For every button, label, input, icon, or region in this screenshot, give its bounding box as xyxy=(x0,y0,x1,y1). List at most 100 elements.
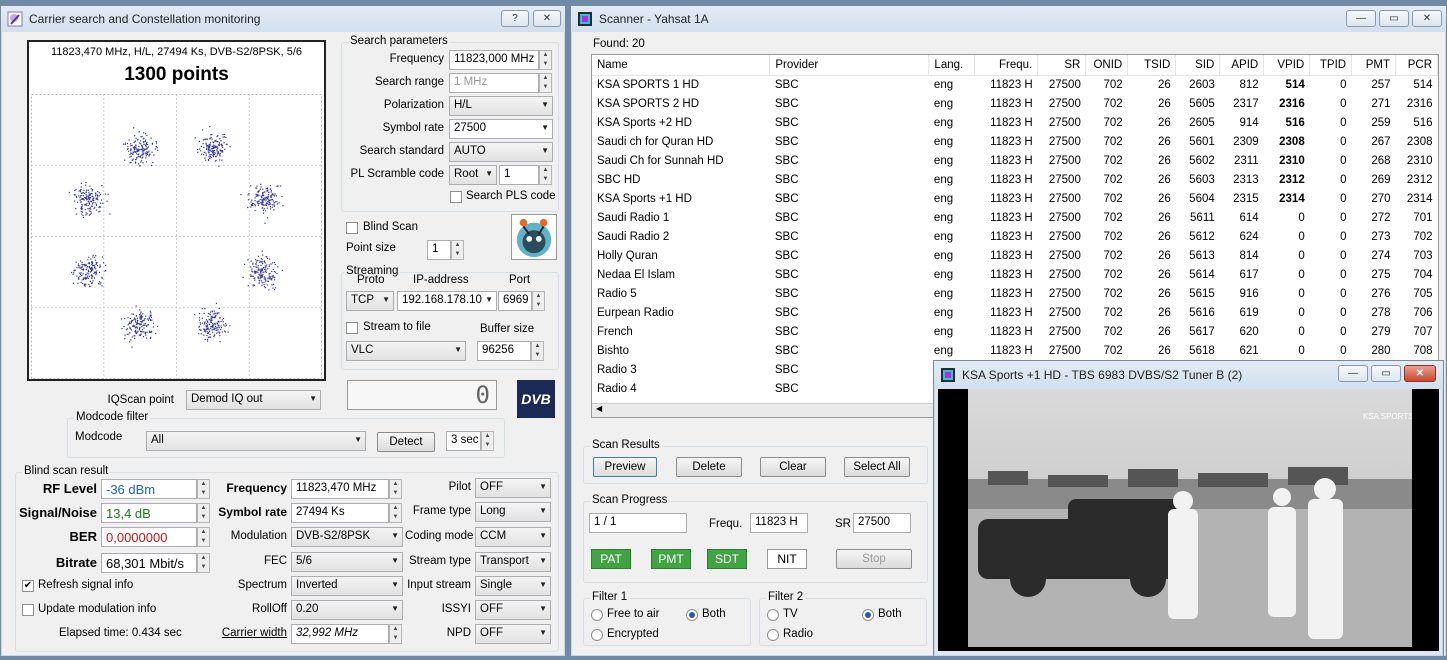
update-modulation-checkbox[interactable] xyxy=(22,604,34,616)
constellation-point xyxy=(88,266,90,268)
detect-time-spin[interactable]: ▲ ▼ xyxy=(481,431,494,451)
column-header-tpid[interactable]: TPID xyxy=(1309,55,1353,76)
table-row[interactable]: SBC HD SBC eng 11823 H 27500 702 26 5603 2313 231… xyxy=(592,170,1438,189)
constellation-point xyxy=(261,197,263,199)
mascot-icon[interactable] xyxy=(511,214,557,260)
port-input[interactable]: 6969 xyxy=(498,291,532,311)
both2-radio[interactable] xyxy=(862,609,874,621)
pl-scramble-mode-select[interactable]: Root xyxy=(449,165,497,185)
table-row[interactable]: Bishto SBC eng 11823 H 27500 702 26 5618 621 0 0 28… xyxy=(592,341,1438,360)
column-header-frequ[interactable]: Frequ. xyxy=(974,55,1039,76)
detect-button[interactable]: Detect xyxy=(377,432,435,452)
table-cell: 702 xyxy=(1103,306,1123,319)
column-header-sid[interactable]: SID xyxy=(1175,55,1221,76)
refresh-signal-checkbox[interactable]: ✔ xyxy=(22,580,34,592)
column-header-apid[interactable]: APID xyxy=(1219,55,1265,76)
polarization-select[interactable]: H/L xyxy=(449,96,553,116)
search-standard-select[interactable]: AUTO xyxy=(449,142,553,162)
input-stream-select[interactable]: Single xyxy=(475,576,551,596)
table-row[interactable]: KSA SPORTS 2 HD SBC eng 11823 H 27500 702 26 56… xyxy=(592,94,1438,113)
radio-radio[interactable] xyxy=(767,629,779,641)
modcode-select[interactable]: All xyxy=(146,431,366,451)
select-all-button[interactable]: Select All xyxy=(844,457,910,477)
detect-time-input[interactable]: 3 sec xyxy=(446,431,481,451)
constellation-point xyxy=(260,269,262,271)
constellation-point xyxy=(92,265,94,267)
port-spin[interactable]: ▲ ▼ xyxy=(532,291,545,311)
table-row[interactable]: Radio 5 SBC eng 11823 H 27500 702 26 5615 916 0 0 2… xyxy=(592,284,1438,303)
fec-select[interactable]: 5/6 xyxy=(291,552,403,572)
table-row[interactable]: Eurpean Radio SBC eng 11823 H 27500 702 26 5616… xyxy=(592,303,1438,322)
res-symbol-spin[interactable]: ▲ ▼ xyxy=(389,503,402,523)
free-to-air-radio[interactable] xyxy=(591,609,603,621)
column-header-tsid[interactable]: TSID xyxy=(1127,55,1177,76)
point-size-spin[interactable]: ▲ ▼ xyxy=(451,240,464,260)
preview-button[interactable]: Preview xyxy=(593,457,657,477)
table-row[interactable]: Holly Quran SBC eng 11823 H 27500 702 26 5613 81… xyxy=(592,246,1438,265)
rolloff-select[interactable]: 0.20 xyxy=(291,600,403,620)
symbol-rate-select[interactable]: 27500 xyxy=(449,119,553,139)
res-frequency-spin[interactable]: ▲ ▼ xyxy=(389,479,402,499)
scanner-minimize-button[interactable]: — xyxy=(1346,10,1376,27)
buffer-size-spin[interactable]: ▲ ▼ xyxy=(531,341,544,361)
column-header-lang[interactable]: Lang. xyxy=(928,55,976,76)
search-pls-checkbox[interactable] xyxy=(450,191,462,203)
coding-mode-select[interactable]: CCM xyxy=(475,527,551,547)
both1-radio[interactable] xyxy=(686,609,698,621)
column-header-onid[interactable]: ONID xyxy=(1085,55,1129,76)
point-size-input[interactable]: 1 xyxy=(427,240,451,260)
frequency-spin[interactable]: ▲ ▼ xyxy=(539,50,552,70)
help-button[interactable]: ? xyxy=(501,10,529,27)
scanner-maximize-button[interactable]: ▭ xyxy=(1379,10,1409,27)
encrypted-radio[interactable] xyxy=(591,629,603,641)
table-row[interactable]: KSA Sports +1 HD SBC eng 11823 H 27500 702 26 5… xyxy=(592,189,1438,208)
table-row[interactable]: KSA Sports +2 HD SBC eng 11823 H 27500 702 26 2… xyxy=(592,113,1438,132)
proto-select[interactable]: TCP xyxy=(346,291,394,311)
table-row[interactable]: Nedaa El Islam SBC eng 11823 H 27500 702 26 561… xyxy=(592,265,1438,284)
carrier-width-spin[interactable]: ▲ ▼ xyxy=(389,624,402,644)
constellation-point xyxy=(80,260,82,262)
constellation-point xyxy=(264,277,266,279)
ip-select[interactable]: 192.168.178.10 xyxy=(397,291,497,311)
buffer-size-input[interactable]: 96256 xyxy=(477,341,531,361)
npd-select[interactable]: OFF xyxy=(475,624,551,644)
table-row[interactable]: Saudi ch for Quran HD SBC eng 11823 H 27500 7… xyxy=(592,132,1438,151)
frequency-input[interactable]: 11823,000 MHz xyxy=(449,50,539,70)
spectrum-select[interactable]: Inverted xyxy=(291,576,403,596)
table-row[interactable]: Saudi Radio 1 SBC eng 11823 H 27500 702 26 5611… xyxy=(592,208,1438,227)
table-row[interactable]: Saudi Ch for Sunnah HD SBC eng 11823 H 27500… xyxy=(592,151,1438,170)
constellation-point xyxy=(137,155,140,158)
table-row[interactable]: Saudi Radio 2 SBC eng 11823 H 27500 702 26 5612… xyxy=(592,227,1438,246)
tuner-maximize-button[interactable]: ▭ xyxy=(1371,365,1401,382)
search-range-spin[interactable]: ▲ ▼ xyxy=(539,73,552,93)
blind-scan-checkbox[interactable] xyxy=(346,222,358,234)
pl-scramble-spin[interactable]: ▲ ▼ xyxy=(539,165,552,185)
column-header-sr[interactable]: SR xyxy=(1037,55,1087,76)
constellation-point xyxy=(216,313,218,315)
table-row[interactable]: KSA SPORTS 1 HD SBC eng 11823 H 27500 702 26 26… xyxy=(592,75,1438,94)
issyi-select[interactable]: OFF xyxy=(475,600,551,620)
column-header-provider[interactable]: Provider xyxy=(769,55,930,76)
column-header-pcr[interactable]: PCR xyxy=(1395,55,1438,76)
tv-radio[interactable] xyxy=(767,609,779,621)
stream-type-select[interactable]: Transport xyxy=(475,552,551,572)
table-row[interactable]: French SBC eng 11823 H 27500 702 26 5617 620 0 0 27… xyxy=(592,322,1438,341)
player-select[interactable]: VLC xyxy=(346,341,466,361)
column-header-pmt[interactable]: PMT xyxy=(1351,55,1397,76)
search-range-input[interactable]: 1 MHz xyxy=(449,73,539,93)
scanner-close-button[interactable]: ✕ xyxy=(1412,10,1442,27)
pl-scramble-input[interactable]: 1 xyxy=(499,165,539,185)
tuner-minimize-button[interactable]: — xyxy=(1338,365,1368,382)
stop-button[interactable]: Stop xyxy=(836,549,912,569)
stream-to-file-checkbox[interactable] xyxy=(346,322,358,334)
column-header-name[interactable]: Name xyxy=(592,55,771,76)
pilot-select[interactable]: OFF xyxy=(475,478,551,498)
column-header-vpid[interactable]: VPID xyxy=(1263,55,1311,76)
tuner-close-button[interactable]: ✕ xyxy=(1404,365,1436,382)
delete-button[interactable]: Delete xyxy=(676,457,742,477)
modulation-select[interactable]: DVB-S2/8PSK xyxy=(291,527,403,547)
close-button[interactable]: ✕ xyxy=(533,10,561,27)
iqscan-select[interactable]: Demod IQ out xyxy=(186,390,321,410)
frame-type-select[interactable]: Long xyxy=(475,502,551,522)
clear-button[interactable]: Clear xyxy=(760,457,826,477)
